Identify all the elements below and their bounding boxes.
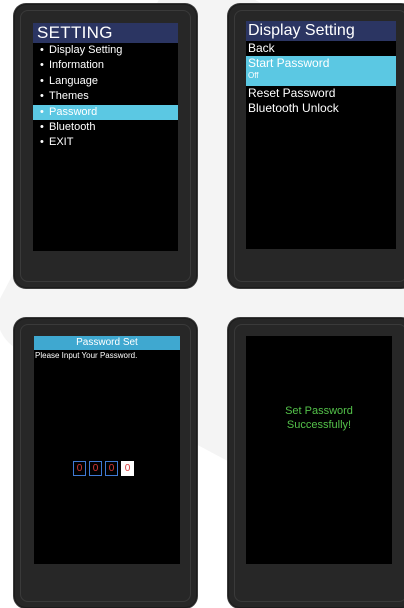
menu-item-information[interactable]: • Information xyxy=(33,58,178,73)
success-line-2: Successfully! xyxy=(286,419,352,431)
bullet-icon: • xyxy=(37,136,44,149)
menu-item-themes[interactable]: • Themes xyxy=(33,89,178,104)
success-line-1: Set Password xyxy=(285,405,353,417)
password-set-screen: Password Set Please Input Your Password.… xyxy=(34,336,180,564)
menu-item-exit[interactable]: • EXIT xyxy=(33,135,178,150)
password-digit[interactable]: 0 xyxy=(73,461,86,476)
bullet-icon: • xyxy=(37,90,44,103)
setting-screen: SETTING • Display Setting • Information • L… xyxy=(33,23,178,251)
password-digit-active[interactable]: 0 xyxy=(121,461,134,476)
back-item[interactable]: Back xyxy=(246,41,396,56)
password-digit[interactable]: 0 xyxy=(105,461,118,476)
menu-item-password[interactable]: • Password xyxy=(33,104,178,120)
bluetooth-unlock-item[interactable]: Bluetooth Unlock xyxy=(246,101,396,116)
password-digits: 0 0 0 0 xyxy=(73,461,136,476)
password-digit[interactable]: 0 xyxy=(89,461,102,476)
bullet-icon: • xyxy=(37,44,44,56)
bullet-icon: • xyxy=(37,120,44,133)
display-setting-screen: Display Setting Back Start Password Off … xyxy=(246,21,396,249)
start-password-value: Off xyxy=(248,71,259,80)
device-display-setting: Display Setting Back Start Password Off … xyxy=(228,4,404,288)
password-set-title: Password Set xyxy=(34,336,180,350)
bullet-icon: • xyxy=(37,105,44,118)
start-password-item[interactable]: Start Password Off xyxy=(246,56,396,86)
bullet-icon: • xyxy=(37,74,44,87)
device-password-set: Password Set Please Input Your Password.… xyxy=(14,318,197,608)
success-screen: Set Password Successfully! xyxy=(246,336,392,564)
menu-item-bluetooth[interactable]: • Bluetooth xyxy=(33,120,178,135)
reset-password-item[interactable]: Reset Password xyxy=(246,86,396,101)
menu-item-language[interactable]: • Language xyxy=(33,74,178,89)
success-message: Set Password Successfully! xyxy=(246,404,392,432)
display-setting-title: Display Setting xyxy=(246,21,396,41)
password-prompt: Please Input Your Password. xyxy=(35,351,138,360)
start-password-label: Start Password xyxy=(248,56,330,70)
device-success: Set Password Successfully! xyxy=(228,318,404,608)
device-setting-menu: SETTING • Display Setting • Information • L… xyxy=(14,4,197,288)
setting-menu: • Display Setting • Information • Language … xyxy=(33,43,178,151)
setting-title: SETTING xyxy=(33,23,178,43)
bullet-icon: • xyxy=(37,59,44,72)
menu-item-display-setting[interactable]: • Display Setting xyxy=(33,43,178,58)
